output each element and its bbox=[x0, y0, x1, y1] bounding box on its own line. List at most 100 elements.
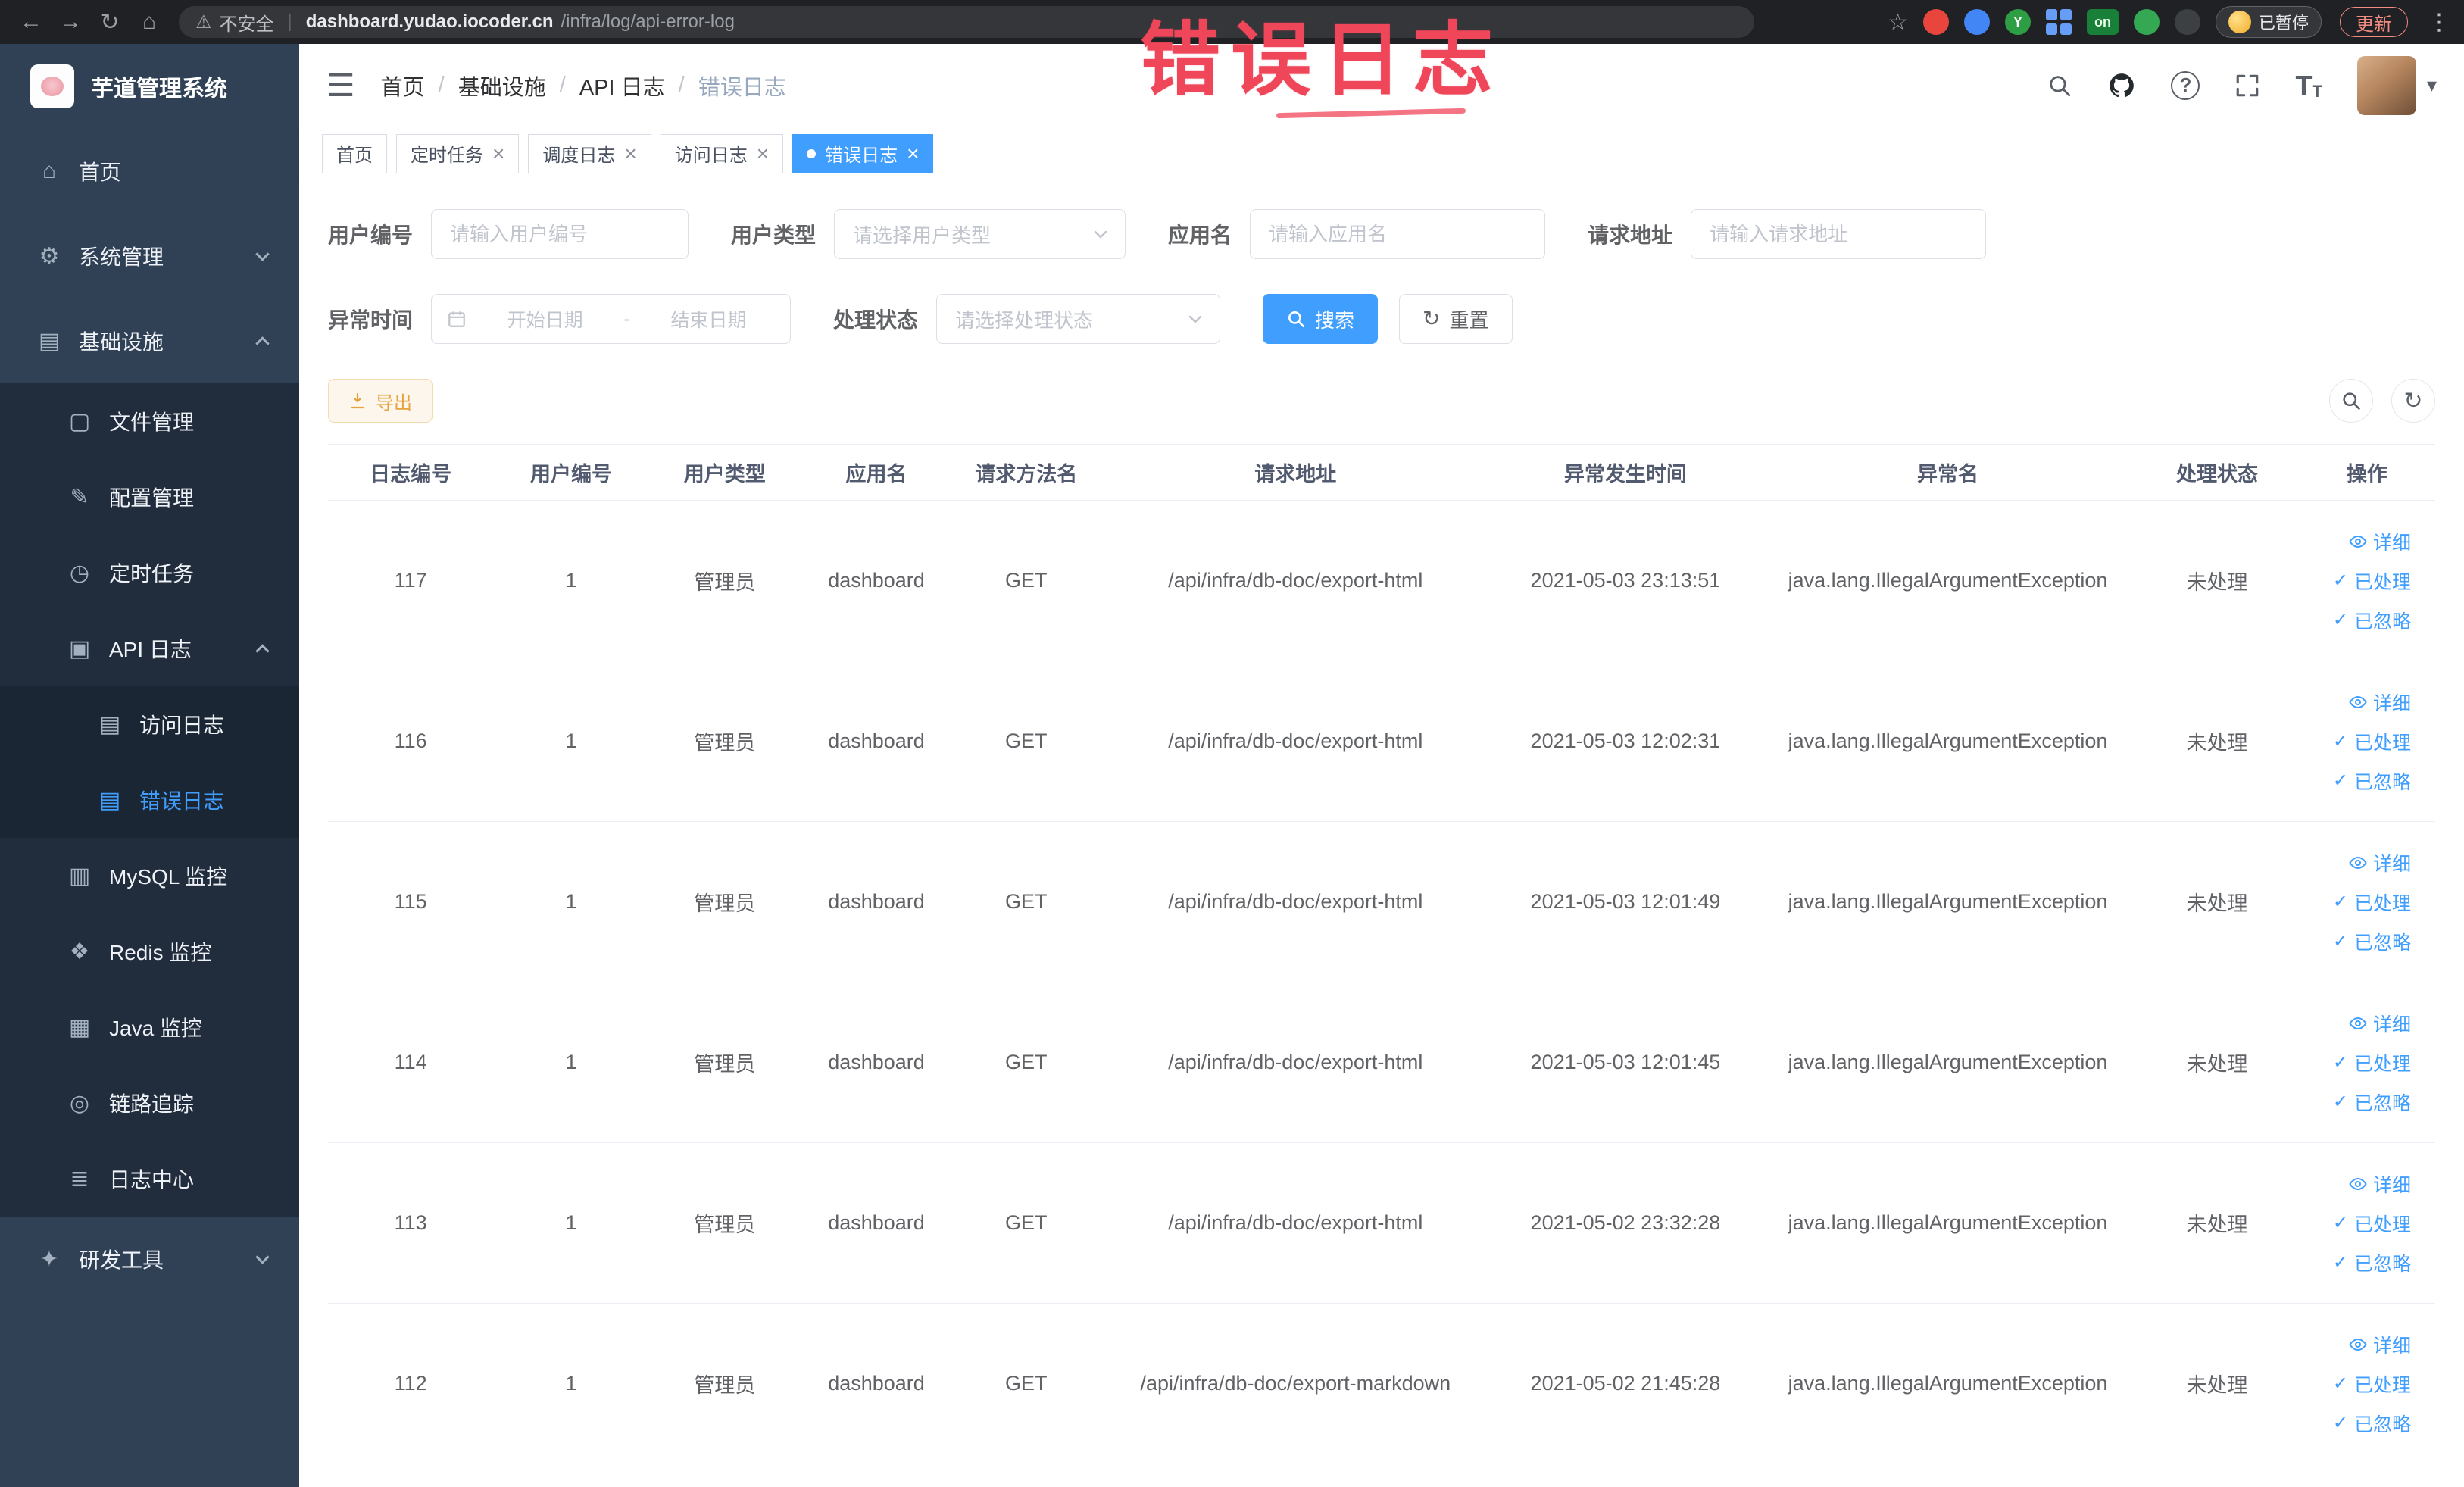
log-menu-icon: ▣ bbox=[68, 636, 91, 661]
sidebar-item-infra[interactable]: ▤ 基础设施 bbox=[0, 298, 299, 383]
mark-ignored-link[interactable]: ✓ 已忽略 bbox=[2333, 767, 2411, 795]
user-type-select[interactable]: 请选择用户类型 bbox=[834, 209, 1126, 259]
font-size-icon[interactable]: TT bbox=[2295, 70, 2322, 102]
mark-ignored-link[interactable]: ✓ 已忽略 bbox=[2333, 1410, 2411, 1437]
extension-grid-icon[interactable] bbox=[2045, 9, 2072, 35]
extension-green2-icon[interactable] bbox=[2133, 9, 2160, 35]
close-icon[interactable]: × bbox=[757, 142, 769, 164]
table-toolbar: 导出 ↻ bbox=[328, 379, 2435, 423]
sidebar-item-redis[interactable]: ❖ Redis 监控 bbox=[0, 914, 299, 989]
processed-link-label: 已处理 bbox=[2353, 732, 2411, 754]
detail-link[interactable]: 详细 bbox=[2349, 689, 2411, 716]
sidebar-item-mysql[interactable]: ▥ MySQL 监控 bbox=[0, 838, 299, 914]
tab-home[interactable]: 首页 bbox=[322, 133, 387, 173]
tab-job[interactable]: 定时任务 × bbox=[396, 133, 520, 173]
cell-status: 未处理 bbox=[2135, 821, 2299, 982]
end-date-placeholder[interactable]: 结束日期 bbox=[642, 305, 775, 333]
reload-icon[interactable]: ↻ bbox=[92, 5, 127, 39]
cell-exception-time: 2021-05-03 12:01:45 bbox=[1491, 982, 1760, 1143]
sidebar-item-error-log[interactable]: ▤ 错误日志 bbox=[0, 762, 299, 838]
fullscreen-icon[interactable] bbox=[2234, 73, 2260, 98]
detail-link[interactable]: 详细 bbox=[2349, 1170, 2411, 1198]
mark-processed-link[interactable]: ✓ 已处理 bbox=[2333, 567, 2411, 595]
detail-link[interactable]: 详细 bbox=[2349, 1331, 2411, 1358]
mark-ignored-link[interactable]: ✓ 已忽略 bbox=[2333, 928, 2411, 955]
tab-job-log[interactable]: 调度日志 × bbox=[528, 133, 651, 173]
close-icon[interactable]: × bbox=[624, 142, 636, 164]
tab-access-log[interactable]: 访问日志 × bbox=[660, 133, 784, 173]
font-size-big: T bbox=[2295, 69, 2313, 101]
sidebar-item-logcenter[interactable]: ≣ 日志中心 bbox=[0, 1141, 299, 1217]
extension-on-badge-icon[interactable]: on bbox=[2086, 9, 2119, 35]
user-id-input[interactable] bbox=[431, 209, 689, 259]
breadcrumb-home[interactable]: 首页 bbox=[381, 70, 425, 102]
export-button[interactable]: 导出 bbox=[328, 379, 433, 423]
filter-row-1: 用户编号 用户类型 请选择用户类型 应用名 请求地址 bbox=[328, 209, 2435, 259]
sidebar-item-job[interactable]: ◷ 定时任务 bbox=[0, 535, 299, 611]
browser-update-button[interactable]: 更新 bbox=[2340, 7, 2408, 37]
detail-link[interactable]: 详细 bbox=[2349, 849, 2411, 876]
mark-ignored-link[interactable]: ✓ 已忽略 bbox=[2333, 607, 2411, 634]
sidebar-item-home[interactable]: ⌂ 首页 bbox=[0, 129, 299, 214]
mark-processed-link[interactable]: ✓ 已处理 bbox=[2333, 728, 2411, 755]
refresh-table-button[interactable]: ↻ bbox=[2391, 379, 2435, 423]
breadcrumb-separator: / bbox=[438, 73, 445, 97]
breadcrumb-separator: / bbox=[678, 73, 685, 97]
detail-link[interactable]: 详细 bbox=[2349, 1010, 2411, 1037]
hamburger-icon[interactable]: ☰ bbox=[326, 69, 355, 102]
tab-error-log[interactable]: 错误日志 × bbox=[792, 133, 934, 173]
search-icon bbox=[1288, 311, 1305, 328]
breadcrumb-apilog[interactable]: API 日志 bbox=[579, 70, 665, 102]
logo-image bbox=[30, 64, 74, 108]
sidebar-item-apilog[interactable]: ▣ API 日志 bbox=[0, 611, 299, 686]
eye-icon bbox=[2349, 695, 2367, 708]
profile-paused-badge[interactable]: 已暂停 bbox=[2215, 6, 2322, 38]
forward-icon[interactable]: → bbox=[53, 5, 88, 39]
mark-processed-link[interactable]: ✓ 已处理 bbox=[2333, 1049, 2411, 1076]
security-label[interactable]: 不安全 bbox=[220, 9, 274, 36]
sidebar-item-trace[interactable]: ◎ 链路追踪 bbox=[0, 1065, 299, 1141]
github-icon[interactable] bbox=[2107, 71, 2136, 100]
app-name-input[interactable] bbox=[1250, 209, 1546, 259]
close-icon[interactable]: × bbox=[492, 142, 504, 164]
mark-ignored-link[interactable]: ✓ 已忽略 bbox=[2333, 1249, 2411, 1276]
breadcrumb-infra[interactable]: 基础设施 bbox=[458, 70, 546, 102]
home-icon[interactable]: ⌂ bbox=[132, 5, 167, 39]
toggle-search-button[interactable] bbox=[2329, 379, 2373, 423]
app-logo[interactable]: 芋道管理系统 bbox=[0, 44, 299, 129]
home-menu-icon: ⌂ bbox=[42, 158, 57, 183]
cell-status: 未处理 bbox=[2135, 982, 2299, 1143]
process-status-select[interactable]: 请选择处理状态 bbox=[936, 294, 1221, 344]
sidebar-item-file[interactable]: ▢ 文件管理 bbox=[0, 383, 299, 459]
sidebar-item-config[interactable]: ✎ 配置管理 bbox=[0, 459, 299, 535]
start-date-placeholder[interactable]: 开始日期 bbox=[479, 305, 611, 333]
mark-processed-link[interactable]: ✓ 已处理 bbox=[2333, 1370, 2411, 1398]
extensions-puzzle-icon[interactable] bbox=[2174, 9, 2200, 35]
cell-log-id: 117 bbox=[328, 500, 494, 661]
user-avatar-menu[interactable]: ▾ bbox=[2356, 55, 2437, 115]
select-placeholder: 请选择处理状态 bbox=[955, 308, 1094, 332]
reset-button[interactable]: ↻ 重置 bbox=[1399, 294, 1513, 344]
mark-processed-link[interactable]: ✓ 已处理 bbox=[2333, 1210, 2411, 1237]
help-icon[interactable]: ? bbox=[2171, 70, 2200, 100]
date-range-picker[interactable]: 开始日期 - 结束日期 bbox=[431, 294, 792, 344]
search-button[interactable]: 搜索 bbox=[1263, 294, 1379, 344]
mark-processed-link[interactable]: ✓ 已处理 bbox=[2333, 889, 2411, 916]
sidebar-item-devtool[interactable]: ✦ 研发工具 bbox=[0, 1217, 299, 1301]
address-bar[interactable]: ⚠ 不安全 | dashboard.yudao.iocoder.cn/infra… bbox=[179, 6, 1754, 38]
sidebar-item-system[interactable]: ⚙ 系统管理 bbox=[0, 214, 299, 298]
detail-link[interactable]: 详细 bbox=[2349, 528, 2411, 555]
extension-blue-drop-icon[interactable] bbox=[1963, 9, 1990, 35]
back-icon[interactable]: ← bbox=[14, 5, 48, 39]
browser-menu-icon[interactable]: ⋮ bbox=[2428, 9, 2450, 36]
close-icon[interactable]: × bbox=[907, 142, 919, 164]
sidebar-item-java[interactable]: ▦ Java 监控 bbox=[0, 989, 299, 1065]
cell-user-id: 1 bbox=[493, 821, 649, 982]
search-icon[interactable] bbox=[2047, 73, 2072, 98]
request-url-input[interactable] bbox=[1691, 209, 1987, 259]
sidebar-item-access-log[interactable]: ▤ 访问日志 bbox=[0, 686, 299, 762]
mark-ignored-link[interactable]: ✓ 已忽略 bbox=[2333, 1089, 2411, 1116]
bookmark-star-icon[interactable]: ☆ bbox=[1888, 9, 1908, 36]
extension-red-icon[interactable] bbox=[1922, 9, 1949, 35]
extension-green-y-icon[interactable]: Y bbox=[2004, 9, 2031, 35]
